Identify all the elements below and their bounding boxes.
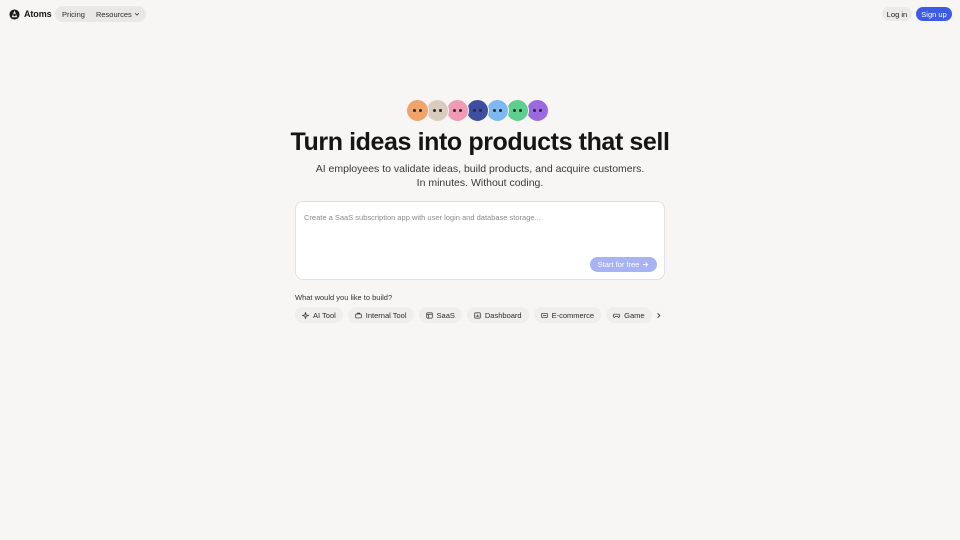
purple-character-avatar — [526, 99, 549, 122]
avatar-group — [406, 99, 549, 122]
briefcase-icon — [355, 312, 362, 318]
chip-saas[interactable]: SaaS — [418, 307, 462, 323]
chip-label: Game — [624, 310, 645, 320]
chip-label: SaaS — [436, 310, 455, 320]
avatar-eye — [479, 109, 482, 112]
top-navigation: Atoms Pricing Resources Log in Sign up — [0, 0, 960, 28]
sparkle-icon — [302, 311, 309, 319]
avatar-eye — [419, 109, 422, 112]
hero-subtitle-line-1: AI employees to validate ideas, build pr… — [315, 163, 645, 175]
chip-label: Dashboard — [484, 310, 522, 320]
avatar-eye — [459, 109, 462, 112]
prompt-input[interactable] — [304, 210, 656, 224]
pink-character-avatar — [446, 99, 469, 122]
chip-label: Internal Tool — [365, 310, 407, 320]
prompt-composer: Start for free — [295, 201, 665, 280]
chip-label: E-commerce — [551, 310, 595, 320]
avatar-eye — [513, 109, 516, 112]
nav-link-resources-label: Resources — [95, 9, 132, 19]
avatar-eye — [453, 109, 456, 112]
chip-ai-tool[interactable]: AI Tool — [295, 307, 343, 323]
hero-subtitle: AI employees to validate ideas, build pr… — [0, 162, 960, 190]
brand-name: Atoms — [24, 9, 52, 19]
start-for-free-label: Start for free — [597, 260, 640, 269]
arrow-right-icon — [643, 262, 649, 267]
page-title: Turn ideas into products that sell — [290, 128, 670, 156]
build-category-chips: AI Tool Internal Tool SaaS Dashboard E-comme… — [295, 307, 665, 323]
avatar-eye — [493, 109, 496, 112]
avatar-eye — [499, 109, 502, 112]
chart-panel-icon — [474, 312, 481, 318]
login-button[interactable]: Log in — [882, 7, 912, 21]
chevron-right-icon — [657, 312, 661, 318]
blue-character-avatar — [486, 99, 509, 122]
navy-character-avatar — [466, 99, 489, 122]
gamepad-icon — [613, 313, 621, 318]
chip-dashboard[interactable]: Dashboard — [466, 307, 529, 323]
app-window-icon — [425, 312, 433, 318]
chip-label: AI Tool — [313, 310, 336, 320]
green-character-avatar — [506, 99, 529, 122]
orange-character-avatar — [406, 99, 429, 122]
chip-game[interactable]: Game — [606, 307, 652, 323]
chevron-down-icon — [134, 12, 139, 16]
hero-subtitle-line-2: In minutes. Without coding. — [416, 177, 544, 189]
avatar-eye — [533, 109, 536, 112]
cart-card-icon — [540, 312, 548, 318]
beige-character-avatar — [426, 99, 449, 122]
build-prompt-label: What would you like to build? — [295, 293, 393, 302]
avatar-eye — [473, 109, 476, 112]
nav-links-group: Pricing Resources — [55, 6, 146, 22]
nav-link-pricing[interactable]: Pricing — [62, 10, 85, 19]
atoms-logo-icon — [9, 8, 20, 20]
avatar-eye — [439, 109, 442, 112]
brand-logo[interactable]: Atoms — [9, 8, 52, 20]
avatar-eye — [539, 109, 542, 112]
avatar-eye — [413, 109, 416, 112]
chip-internal-tool[interactable]: Internal Tool — [347, 307, 414, 323]
start-for-free-button[interactable]: Start for free — [590, 257, 657, 272]
nav-link-resources[interactable]: Resources — [96, 10, 140, 19]
signup-button[interactable]: Sign up — [916, 7, 952, 21]
chip-e-commerce[interactable]: E-commerce — [533, 307, 602, 323]
avatar-eye — [519, 109, 522, 112]
chips-scroll-right-button[interactable] — [652, 308, 665, 322]
avatar-eye — [433, 109, 436, 112]
